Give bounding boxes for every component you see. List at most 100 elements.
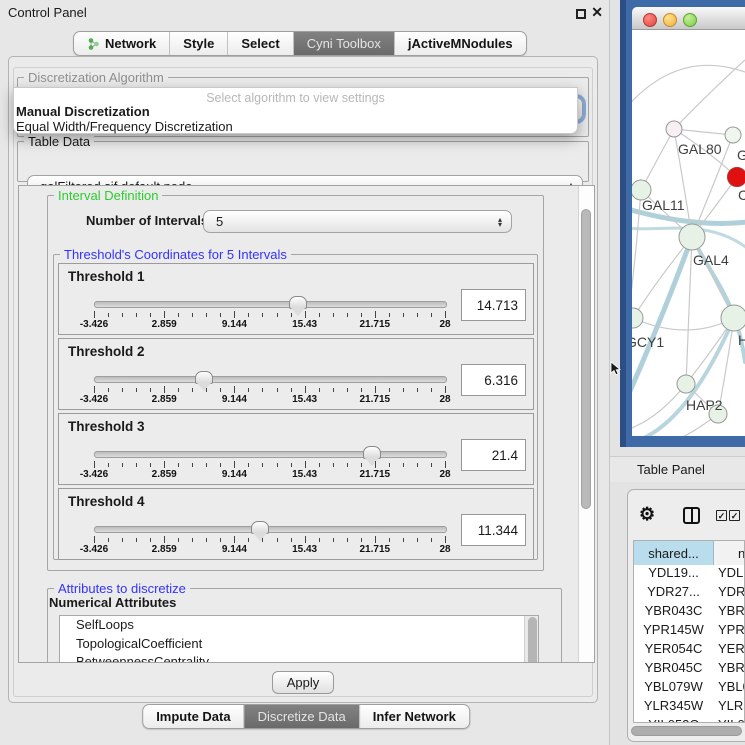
tab-label: Network (105, 36, 156, 51)
threshold-3-row: Threshold 3 -3.4262.8599.14415.4321.7152… (58, 413, 534, 485)
threshold-value-field[interactable]: 11.344 (461, 514, 526, 546)
tab-select[interactable]: Select (227, 32, 292, 55)
horizontal-scrollbar-thumb[interactable] (631, 726, 742, 736)
select-columns-icon[interactable]: ✓ (716, 510, 727, 521)
list-scrollbar[interactable] (524, 616, 538, 663)
vertical-scrollbar-thumb[interactable] (581, 209, 591, 509)
slider-tick-labels: -3.4262.8599.14415.4321.71528 (94, 394, 445, 405)
table-row[interactable]: YBL079WYBL0 (634, 679, 744, 698)
algorithm-group-title: Discretization Algorithm (24, 70, 168, 85)
network-canvas[interactable]: GAL80 GA C GAL11 GAL4 GCY1 H HAP2 (632, 30, 745, 436)
table-row[interactable]: YER054CYER0 (634, 641, 744, 660)
popup-item-equal-width[interactable]: Equal Width/Frequency Discretization (16, 119, 233, 134)
tab-impute-data[interactable]: Impute Data (143, 705, 243, 728)
table-row[interactable]: YDR27...YDR2 (634, 584, 744, 603)
minimize-traffic-light-icon[interactable] (663, 13, 677, 27)
threshold-value-field[interactable]: 14.713 (461, 289, 526, 321)
node-gal4[interactable] (679, 224, 705, 250)
table-row[interactable]: YBR045CYBR0 (634, 660, 744, 679)
column-header-label: na (738, 546, 745, 561)
threshold-slider[interactable] (94, 451, 447, 458)
close-traffic-light-icon[interactable] (643, 13, 657, 27)
slider-ticks (94, 386, 445, 394)
table-row[interactable]: YBR043CYBR0 (634, 603, 744, 622)
slider-tick-labels: -3.4262.8599.14415.4321.71528 (94, 544, 445, 555)
apply-button[interactable]: Apply (272, 671, 334, 694)
bottom-tab-bar: Impute Data Discretize Data Infer Networ… (142, 704, 470, 729)
thresholds-group-title: Threshold's Coordinates for 5 Intervals (60, 247, 291, 262)
slider-ticks (94, 461, 445, 469)
node-gal80[interactable] (666, 121, 682, 137)
edge (632, 65, 745, 110)
column-header-name[interactable]: na (714, 541, 745, 566)
threshold-label: Threshold 4 (68, 494, 145, 509)
node-label: GCY1 (632, 334, 664, 350)
mouse-cursor (610, 361, 622, 376)
slider-tick-labels: -3.4262.8599.14415.4321.71528 (94, 319, 445, 330)
popup-item-manual-discretization[interactable]: Manual Discretization (16, 104, 150, 119)
slider-thumb[interactable] (289, 296, 307, 309)
table-panel-title: Table Panel (637, 462, 705, 477)
zoom-traffic-light-icon[interactable] (683, 13, 697, 27)
tab-infer-network[interactable]: Infer Network (359, 705, 469, 728)
tab-network[interactable]: Network (74, 32, 169, 55)
gear-icon[interactable]: ⚙ (639, 504, 655, 525)
list-item[interactable]: TopologicalCoefficient (60, 635, 538, 654)
slider-thumb[interactable] (363, 446, 381, 459)
column-header-label: shared... (648, 546, 699, 561)
threshold-label: Threshold 3 (68, 419, 145, 434)
tab-label: Impute Data (156, 709, 230, 724)
threshold-slider[interactable] (94, 376, 447, 383)
column-header-shared-name[interactable]: shared... (634, 541, 714, 566)
node-label: GAL4 (693, 252, 729, 268)
node-label: HAP2 (686, 397, 723, 413)
network-window-frame (620, 0, 626, 447)
tab-cyni-toolbox[interactable]: Cyni Toolbox (293, 32, 394, 55)
node-hap2[interactable] (677, 375, 695, 393)
attributes-group-title: Attributes to discretize (54, 581, 190, 596)
table-row[interactable]: YIL052CYIL0 (634, 717, 744, 723)
spinner-icon: ▴▾ (498, 217, 502, 227)
threshold-2-row: Threshold 2 -3.4262.8599.14415.4321.7152… (58, 338, 534, 410)
node-label: GAL11 (642, 197, 685, 213)
network-window-titlebar[interactable] (632, 7, 745, 30)
threshold-label: Threshold 2 (68, 344, 145, 359)
threshold-value-field[interactable]: 6.316 (461, 364, 526, 396)
list-item[interactable]: SelfLoops (60, 616, 538, 635)
float-window-icon[interactable] (576, 9, 586, 19)
tab-label: jActiveMNodules (408, 36, 513, 51)
node-red[interactable] (728, 168, 745, 187)
interval-definition-title: Interval Definition (54, 188, 162, 203)
tab-label: Infer Network (373, 709, 456, 724)
node-label: GA (737, 147, 745, 163)
settings-scrollpane: Interval Definition Number of Intervals … (18, 185, 595, 663)
tab-style[interactable]: Style (169, 32, 227, 55)
select-all-columns-icon[interactable]: ✓ (729, 510, 740, 521)
tab-label: Discretize Data (258, 709, 346, 724)
node-label: H (738, 332, 745, 348)
threshold-slider[interactable] (94, 526, 447, 533)
node-attribute-table: shared... na YDL19...YDL1 YDR27...YDR2 Y… (633, 540, 745, 723)
table-row[interactable]: YLR345WYLR3 (634, 698, 744, 717)
slider-thumb[interactable] (195, 371, 213, 384)
close-icon[interactable]: ✕ (591, 4, 603, 21)
tab-discretize-data[interactable]: Discretize Data (244, 705, 359, 728)
node-gcy1[interactable] (632, 308, 643, 328)
threshold-1-row: Threshold 1 -3.4262.8599.14415.4321.7152… (58, 263, 534, 335)
threshold-value-field[interactable]: 21.4 (461, 439, 526, 471)
number-of-intervals-value: 5 (216, 214, 223, 229)
slider-thumb[interactable] (251, 521, 269, 534)
node[interactable] (725, 127, 741, 143)
node-label: GAL80 (678, 141, 722, 157)
threshold-slider[interactable] (94, 301, 447, 308)
table-row[interactable]: YDL19...YDL1 (634, 565, 744, 584)
table-row[interactable]: YPR145WYPR1 (634, 622, 744, 641)
node[interactable] (721, 305, 745, 331)
table-panel-header: Table Panel (610, 456, 745, 482)
edge (633, 318, 734, 330)
split-columns-icon[interactable] (683, 507, 700, 524)
tab-jactivemnodules[interactable]: jActiveMNodules (394, 32, 526, 55)
list-item[interactable]: BetweennessCentrality (60, 653, 538, 663)
edge (632, 384, 686, 430)
number-of-intervals-combo[interactable]: 5 ▴▾ (203, 210, 512, 233)
